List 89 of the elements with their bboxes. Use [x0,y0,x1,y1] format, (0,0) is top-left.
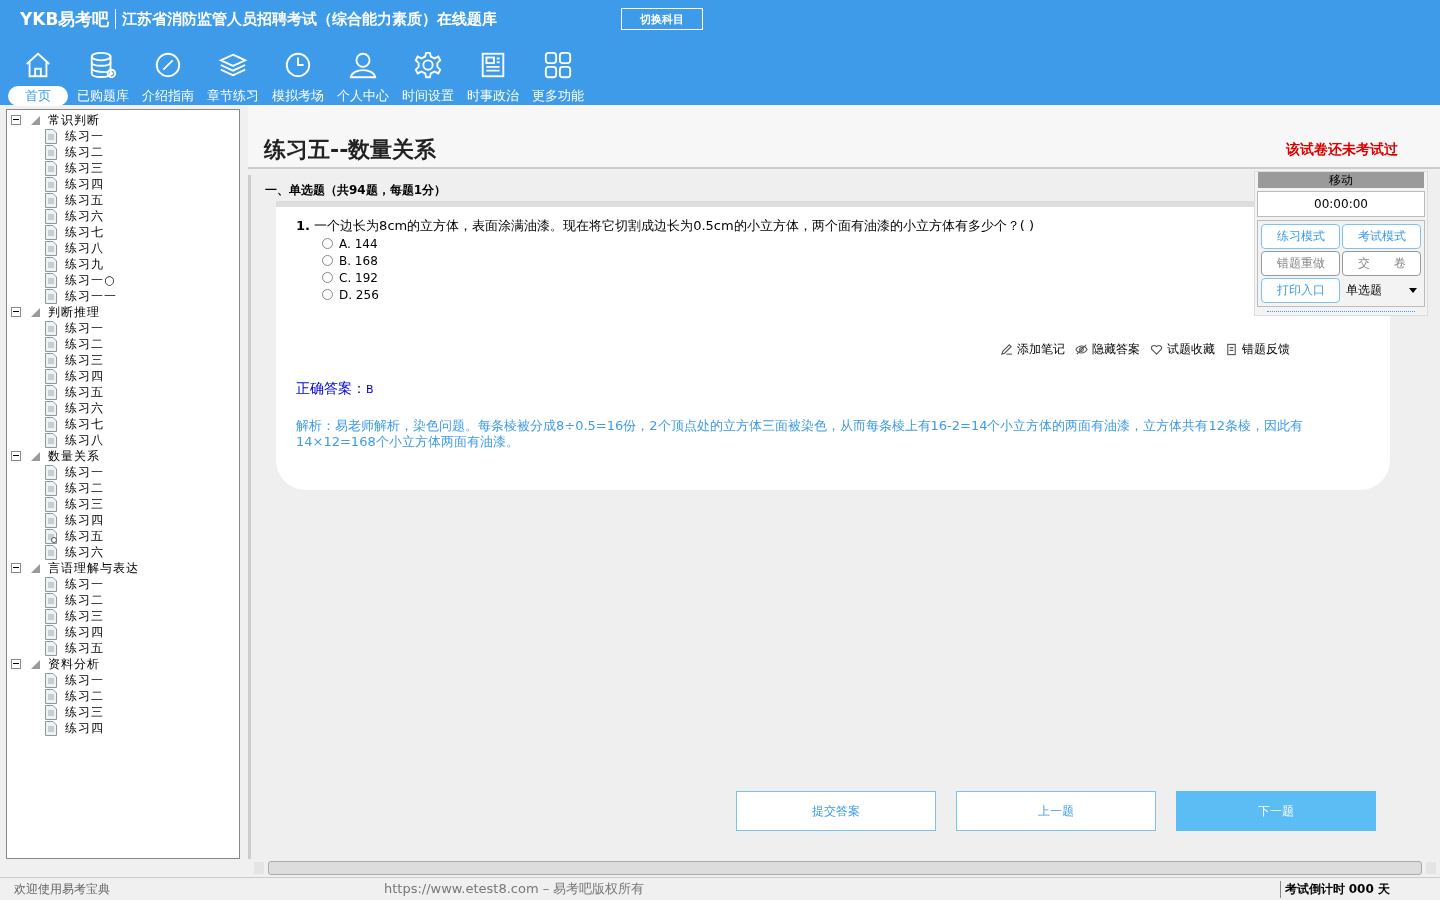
tree-item[interactable]: 练习四 [65,623,104,641]
tree-group[interactable]: 常识判断 [48,111,100,129]
tree-item[interactable]: 练习一 [65,575,104,593]
folder-triangle-icon [31,563,40,573]
compass-icon[interactable] [153,50,183,80]
scrollbar-thumb[interactable] [268,861,1422,875]
section-heading: 一、单选题（共94题，每题1分） [265,183,447,197]
status-countdown: 考试倒计时 000 天 [1279,880,1390,898]
timer-display: 00:00:00 [1257,191,1425,217]
tree-item[interactable]: 练习五 [65,383,104,401]
document-icon [1225,343,1238,356]
paper-status: 该试卷还未考试过 [1286,141,1398,159]
tree-item[interactable]: 练习六 [65,399,104,417]
option-label[interactable]: A. 144 [339,236,378,251]
tree-item[interactable]: 练习一 [65,463,104,481]
tree-item[interactable]: 练习四 [65,719,104,737]
radio-button[interactable] [322,289,333,300]
analysis-text: 解析：易老师解析，染色问题。每条棱被分成8÷0.5=16份，2个顶点处的立方体三面被染色，从而每条棱上有16-2=14个小立方体的两面有油漆，立方体共有12条棱，因此有14×12=168个小立方体两面有油漆。 [296,418,1305,450]
pencil-icon [1000,343,1013,356]
folder-triangle-icon [31,451,40,461]
tree-item[interactable]: 练习三 [65,159,104,177]
action-link[interactable]: 错题反馈 [1242,341,1290,358]
tree-item[interactable]: 练习一一 [65,287,117,305]
paper-title: 练习五--数量关系 [264,136,437,164]
heart-icon [1150,343,1163,356]
tree-item[interactable]: 练习三 [65,703,104,721]
tree-item[interactable]: 练习九 [65,255,104,273]
collapse-toggle-icon[interactable] [11,451,21,461]
tree-item[interactable]: 练习一○ [65,271,116,289]
database-icon[interactable] [88,50,118,80]
caret-icon [1409,288,1417,293]
correct-answer: 正确答案：B [296,380,375,398]
tree-item[interactable]: 练习二 [65,143,104,161]
tree-item[interactable]: 练习一 [65,319,104,337]
mode-button[interactable]: 交 卷 [1342,251,1421,276]
eye-icon [1075,343,1088,356]
tree-item[interactable]: 练习六 [65,543,104,561]
option-label[interactable]: B. 168 [339,253,378,268]
status-welcome: 欢迎使用易考宝典 [13,880,111,898]
radio-button[interactable] [322,255,333,266]
app-logo: YKB易考吧 [20,7,110,31]
collapse-toggle-icon[interactable] [11,307,21,317]
option-label[interactable]: D. 256 [339,287,379,302]
mode-button[interactable]: 错题重做 [1261,251,1340,276]
panel-title[interactable]: 移动 [1258,172,1424,188]
user-icon[interactable] [348,50,378,80]
settings-icon[interactable] [413,50,443,80]
tree-group[interactable]: 资料分析 [48,655,100,673]
collapse-toggle-icon[interactable] [11,659,21,669]
action-link[interactable]: 隐藏答案 [1092,341,1140,358]
question-type-dropdown[interactable]: 单选题 [1342,278,1421,303]
folder-triangle-icon [31,115,40,125]
status-copyright: https://www.etest8.com – 易考吧版权所有 [384,880,645,898]
tree-item[interactable]: 练习五 [65,191,104,209]
tree-item[interactable]: 练习二 [65,479,104,497]
tree-group[interactable]: 判断推理 [48,303,100,321]
action-link[interactable]: 试题收藏 [1167,341,1215,358]
tree-item[interactable]: 练习六 [65,207,104,225]
folder-triangle-icon [31,307,40,317]
tree-group[interactable]: 言语理解与表达 [48,559,139,577]
tree-item[interactable]: 练习七 [65,415,104,433]
tree-item[interactable]: 练习八 [65,431,104,449]
tree-item[interactable]: 练习三 [65,607,104,625]
tree-item[interactable]: 练习二 [65,335,104,353]
tree-item[interactable]: 练习七 [65,223,104,241]
tree-item[interactable]: 练习四 [65,367,104,385]
tree-item[interactable]: 练习二 [65,687,104,705]
tree-item[interactable]: 练习八 [65,239,104,257]
tree-item[interactable]: 练习五 [65,639,104,657]
tree-item[interactable]: 练习一 [65,127,104,145]
question-text: 1. 一个边长为8cm的立方体，表面涂满油漆。现在将它切割成边长为0.5cm的小立方体，两个面有油漆的小立方体有多少个？( ) [296,217,1035,235]
home-icon[interactable] [23,50,53,80]
tree-item[interactable]: 练习三 [65,495,104,513]
grid-icon[interactable] [543,50,573,80]
collapse-toggle-icon[interactable] [11,563,21,573]
action-link[interactable]: 添加笔记 [1017,341,1065,358]
tree-group[interactable]: 数量关系 [48,447,100,465]
tree-item[interactable]: 练习二 [65,591,104,609]
collapse-toggle-icon[interactable] [11,115,21,125]
tree-item[interactable]: 练习四 [65,511,104,529]
radio-button[interactable] [322,272,333,283]
tree-item[interactable]: 练习一 [65,671,104,689]
option-label[interactable]: C. 192 [339,270,378,285]
radio-button[interactable] [322,238,333,249]
tree-item[interactable]: 练习四 [65,175,104,193]
tree-item[interactable]: 练习三 [65,351,104,369]
clock-icon[interactable] [283,50,313,80]
window-title: 江苏省消防监管人员招聘考试（综合能力素质）在线题库 [122,9,498,29]
folder-triangle-icon [31,659,40,669]
